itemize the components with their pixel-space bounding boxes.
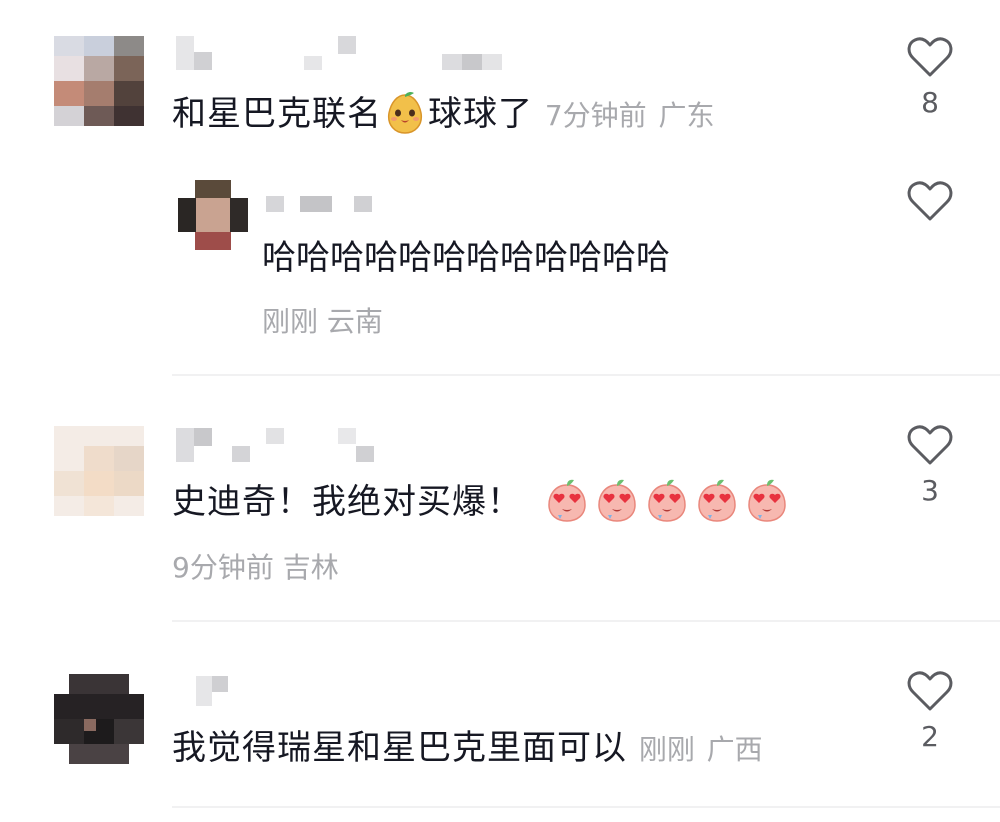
divider — [172, 806, 1000, 808]
like-button[interactable]: 8 — [900, 36, 960, 120]
avatar[interactable] — [178, 180, 248, 250]
divider — [172, 620, 1000, 622]
like-button[interactable]: 2 — [900, 670, 960, 754]
username[interactable] — [176, 36, 506, 70]
divider — [172, 374, 1000, 376]
username[interactable] — [266, 196, 376, 214]
heart-icon — [907, 37, 953, 77]
heart-eyes-peach-emoji-icon — [695, 479, 743, 523]
reply-time: 刚刚 — [262, 305, 319, 338]
heart-eyes-peach-emoji-icon — [595, 479, 643, 523]
reply-region: 云南 — [326, 305, 383, 338]
username[interactable] — [196, 676, 236, 710]
comment-time: 7分钟前 — [544, 99, 647, 132]
heart-icon — [907, 181, 953, 221]
comment-region: 广西 — [706, 733, 763, 766]
comment-text: 我觉得瑞星和星巴克里面可以 刚刚 广西 — [172, 726, 763, 772]
emoji-row — [544, 479, 794, 523]
username[interactable] — [176, 428, 376, 462]
comment-text: 和星巴克联名 球球了 7分钟前 广东 — [172, 91, 715, 138]
reply-meta: 刚刚 云南 — [262, 300, 383, 340]
avatar[interactable] — [54, 426, 144, 516]
comment-meta: 9分钟前 吉林 — [172, 546, 339, 586]
comment-text-part: 和星巴克联名 — [172, 94, 382, 134]
pear-face-emoji-icon — [387, 91, 423, 134]
reply-text: 哈哈哈哈哈哈哈哈哈哈哈哈 — [262, 238, 670, 278]
avatar[interactable] — [54, 674, 144, 764]
like-count: 8 — [921, 86, 939, 119]
comment-time: 刚刚 — [638, 733, 695, 766]
comment-text-part: 我觉得瑞星和星巴克里面可以 — [172, 728, 627, 768]
heart-eyes-peach-emoji-icon — [545, 479, 593, 523]
heart-icon — [907, 425, 953, 465]
heart-eyes-peach-emoji-icon — [745, 479, 793, 523]
comment-text-part: 史迪奇！我绝对买爆！ — [172, 482, 522, 522]
like-count: 3 — [921, 474, 939, 507]
like-count: 2 — [921, 720, 939, 753]
heart-icon — [907, 671, 953, 711]
comment-region: 广东 — [658, 99, 715, 132]
comment-time: 9分钟前 — [172, 551, 274, 584]
heart-eyes-peach-emoji-icon — [645, 479, 693, 523]
comment-text: 史迪奇！我绝对买爆！ — [172, 479, 794, 526]
comment-region: 吉林 — [282, 551, 339, 584]
comment-text-part: 球球了 — [428, 94, 533, 134]
like-button[interactable]: 3 — [900, 424, 960, 508]
avatar[interactable] — [54, 36, 144, 126]
like-button[interactable] — [900, 180, 960, 222]
